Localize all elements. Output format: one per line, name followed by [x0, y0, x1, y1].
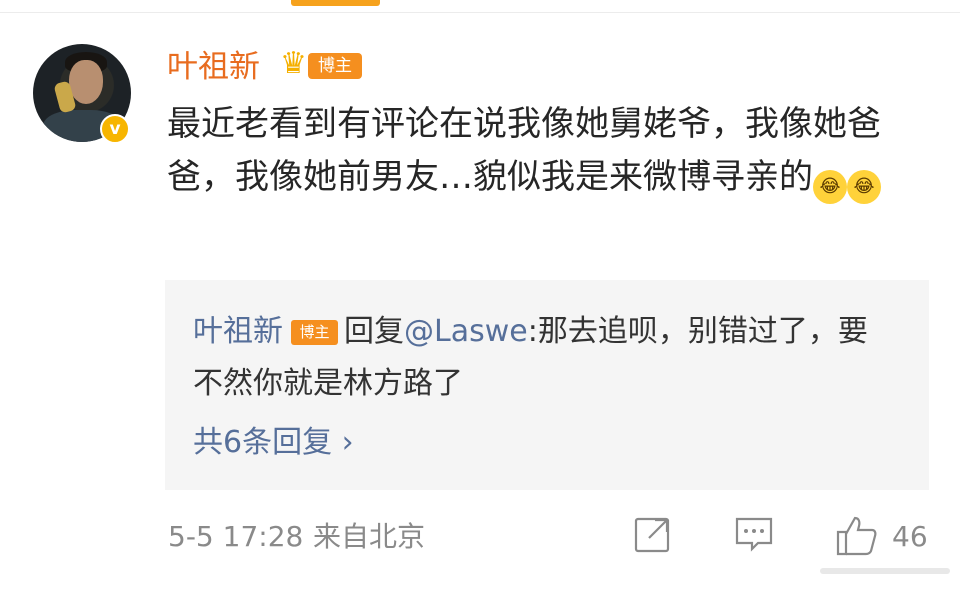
post-time: 5-5 17:28 — [168, 520, 304, 553]
view-all-replies-label: 共6条回复 — [193, 425, 333, 460]
home-indicator — [820, 568, 950, 574]
reply-verb: 回复 — [344, 314, 404, 349]
blogger-tag: 博主 — [308, 53, 362, 79]
author-name[interactable]: 叶祖新 — [167, 48, 260, 86]
view-all-replies[interactable]: 共6条回复 › — [193, 421, 354, 465]
avatar-face — [69, 60, 103, 104]
verified-badge-icon: v — [100, 114, 130, 144]
share-icon[interactable] — [633, 514, 673, 554]
comment-body: 最近老看到有评论在说我像她舅姥爷，我像她爸爸，我像她前男友…貌似我是来微博寻亲的 — [167, 104, 881, 197]
comment-text: 最近老看到有评论在说我像她舅姥爷，我像她爸爸，我像她前男友…貌似我是来微博寻亲的… — [167, 98, 937, 204]
reply-blogger-tag: 博主 — [291, 320, 338, 345]
active-tab-indicator — [291, 0, 380, 6]
reply-box[interactable]: 叶祖新 博主 回复@Laswe:那去追呗，别错过了，要不然你就是林方路了 共6条回复… — [165, 280, 929, 490]
post-source: 来自北京 — [313, 520, 426, 553]
reply-text: 叶祖新 博主 回复@Laswe:那去追呗，别错过了，要不然你就是林方路了 — [193, 306, 893, 410]
reply-user[interactable]: 叶祖新 — [193, 314, 283, 349]
laugh-cry-emoji-icon: 😂 — [813, 170, 847, 204]
like-icon[interactable] — [835, 514, 877, 556]
chevron-right-icon: › — [341, 425, 354, 460]
like-count: 46 — [892, 520, 928, 553]
blogger-badge: ♛ 博主 — [280, 45, 362, 85]
laugh-cry-emoji-icon: 😂 — [847, 170, 881, 204]
top-divider — [0, 12, 960, 13]
comment-icon[interactable] — [734, 514, 774, 554]
reply-mention[interactable]: @Laswe — [404, 314, 528, 349]
